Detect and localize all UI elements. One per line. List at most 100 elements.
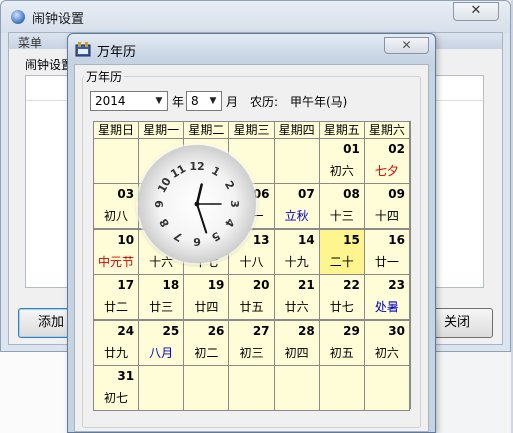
calendar-empty-cell: [138, 365, 185, 411]
weekday-header: 星期三: [228, 121, 275, 139]
calendar-day-cell[interactable]: 21 廿六: [273, 274, 320, 321]
calendar-day-cell[interactable]: 09 十四: [363, 183, 410, 230]
calendar-day-cell[interactable]: 27 初三: [228, 319, 275, 366]
lunar-day-label: 廿九: [104, 345, 129, 360]
lunar-day-label: 处暑: [374, 300, 399, 315]
calendar-day-cell[interactable]: 17 廿二: [92, 274, 140, 321]
clock-face: 12 12 3 45678 9 1011: [153, 160, 241, 248]
lunar-day-label: 八月: [149, 345, 174, 360]
lunar-day-label: 十四: [374, 209, 399, 224]
clock-numeral: 10: [155, 175, 174, 195]
calendar-day-cell[interactable]: 02 七夕: [363, 138, 410, 184]
clock-numeral: 9: [153, 200, 166, 208]
calendar-empty-cell: [273, 365, 320, 411]
weekday-header: 星期二: [183, 121, 230, 139]
lunar-day-label: 廿四: [194, 300, 219, 315]
clock-numeral: 5: [209, 229, 222, 244]
clock-numeral: 2: [222, 179, 237, 192]
day-number: 23: [388, 278, 405, 293]
calendar-day-cell[interactable]: 29 初五: [318, 319, 365, 366]
day-number: 01: [343, 142, 360, 156]
calendar-empty-cell: [318, 365, 365, 411]
day-number: 20: [252, 278, 270, 293]
alarm-window-close-button[interactable]: ✕: [453, 2, 499, 21]
calendar-day-cell[interactable]: 08 十三: [318, 183, 365, 230]
chevron-down-icon[interactable]: ▼: [151, 92, 167, 110]
calendar-day-cell[interactable]: 18 廿三: [138, 274, 185, 321]
calendar-day-cell[interactable]: 26 初二: [183, 319, 230, 366]
calendar-day-cell[interactable]: 01 初六: [318, 138, 365, 184]
day-number: 22: [343, 278, 360, 293]
lunar-day-label: 廿七: [329, 300, 354, 315]
calendar-day-cell[interactable]: 07 立秋: [273, 183, 320, 230]
day-number: 15: [343, 232, 360, 247]
calendar-day-cell[interactable]: 22 廿七: [318, 274, 365, 321]
calendar-day-cell[interactable]: 20 廿五: [228, 274, 275, 321]
calendar-empty-cell: [183, 365, 230, 411]
calendar-close-button[interactable]: ✕: [384, 37, 429, 54]
day-number: 19: [207, 278, 225, 293]
day-number: 27: [252, 323, 270, 338]
lunar-day-label: 十三: [329, 209, 354, 224]
lunar-day-label: 初三: [239, 345, 264, 360]
clock-numeral: 6: [193, 235, 201, 248]
clock-minute-hand: [196, 203, 208, 234]
day-number: 30: [388, 323, 405, 338]
year-label: 年: [172, 95, 185, 109]
chevron-down-icon[interactable]: ▼: [205, 92, 221, 110]
alarm-group-label: 闹钟设置: [25, 58, 74, 72]
calendar-day-cell[interactable]: 03 初八: [92, 183, 140, 230]
clock-numeral: 11: [168, 162, 188, 181]
calendar-day-cell[interactable]: 25 八月: [138, 319, 185, 366]
lunar-day-label: 廿五: [239, 300, 264, 315]
day-number: 02: [388, 142, 405, 156]
clock-numeral: 1: [209, 164, 222, 179]
lunar-day-label: 廿六: [284, 300, 309, 315]
day-number: 03: [117, 187, 135, 202]
weekday-header: 星期日: [92, 121, 140, 139]
menu-item-main[interactable]: 菜单: [18, 34, 42, 51]
lunar-day-label: 初四: [284, 345, 309, 360]
calendar-day-cell[interactable]: 23 处暑: [363, 274, 410, 321]
weekday-header: 星期一: [138, 121, 185, 139]
calendar-day-cell[interactable]: 30 初六: [363, 319, 410, 366]
lunar-day-label: 廿一: [374, 254, 399, 269]
month-label: 月: [226, 95, 239, 109]
day-number: 28: [297, 323, 315, 338]
weekday-header: 星期四: [273, 121, 320, 139]
day-number: 08: [343, 187, 360, 202]
lunar-day-label: 立秋: [284, 209, 309, 224]
lunar-day-label: 十九: [284, 254, 309, 269]
day-number: 21: [297, 278, 315, 293]
day-number: 14: [297, 232, 315, 247]
calendar-window-title: 万年历: [97, 45, 137, 60]
month-select[interactable]: 8 ▼: [186, 91, 222, 111]
calendar-day-cell[interactable]: 15 二十: [318, 228, 365, 275]
lunar-day-label: 中元节: [98, 254, 135, 269]
day-number: 31: [117, 369, 135, 383]
clock-numeral: 7: [172, 229, 185, 244]
lunar-day-label: 二十: [329, 254, 354, 269]
day-number: 09: [388, 187, 405, 202]
desktop-background: [0, 352, 76, 433]
lunar-day-label: 初七: [104, 391, 129, 405]
lunar-day-label: 廿三: [149, 300, 174, 315]
calendar-day-cell[interactable]: 14 十九: [273, 228, 320, 275]
calendar-day-cell[interactable]: 28 初四: [273, 319, 320, 366]
day-number: 29: [343, 323, 360, 338]
calendar-group-label: 万年历: [84, 68, 125, 85]
day-number: 17: [117, 278, 135, 293]
calendar-day-cell[interactable]: 24 廿九: [92, 319, 140, 366]
year-select[interactable]: 2014 ▼: [90, 91, 168, 111]
calendar-day-cell[interactable]: 16 廿一: [363, 228, 410, 275]
alarm-app-icon: [11, 10, 25, 24]
alarm-window-title: 闹钟设置: [32, 12, 85, 27]
calendar-app-icon: [75, 42, 91, 57]
calendar-day-cell[interactable]: 10 中元节: [92, 228, 140, 275]
day-number: 25: [162, 323, 180, 338]
calendar-day-cell[interactable]: 31 初七: [92, 365, 140, 411]
lunar-label: 农历:: [250, 95, 279, 109]
lunar-day-label: 初二: [194, 345, 219, 360]
day-number: 10: [117, 232, 135, 247]
calendar-day-cell[interactable]: 19 廿四: [183, 274, 230, 321]
